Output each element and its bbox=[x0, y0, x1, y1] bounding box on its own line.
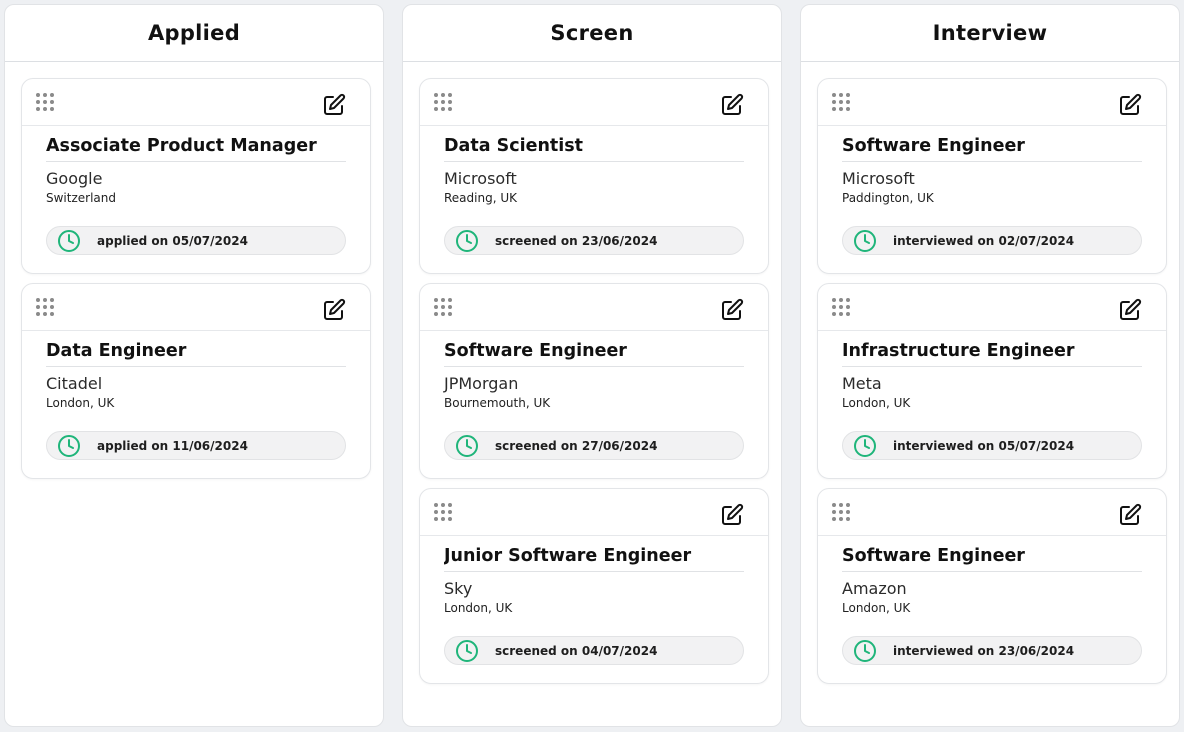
job-location: London, UK bbox=[842, 601, 911, 615]
job-card[interactable]: Associate Product Manager Google Switzer… bbox=[21, 78, 371, 274]
job-location: London, UK bbox=[842, 396, 911, 410]
status-text: interviewed on 02/07/2024 bbox=[893, 233, 1075, 248]
column-header: Interview bbox=[801, 5, 1179, 62]
job-title: Data Engineer bbox=[46, 331, 346, 367]
edit-icon[interactable] bbox=[720, 93, 744, 117]
drag-handle-icon[interactable] bbox=[831, 92, 851, 112]
column-title: Applied bbox=[147, 21, 241, 45]
job-title: Software Engineer bbox=[842, 126, 1142, 162]
clock-icon bbox=[456, 229, 478, 252]
clock-icon bbox=[58, 229, 80, 252]
company-name: Sky bbox=[444, 579, 473, 598]
clock-icon bbox=[456, 639, 478, 662]
clock-icon bbox=[456, 434, 478, 457]
status-text: interviewed on 23/06/2024 bbox=[893, 643, 1075, 658]
status-text: interviewed on 05/07/2024 bbox=[893, 438, 1075, 453]
column-title: Interview bbox=[932, 21, 1048, 45]
card-toolbar bbox=[818, 489, 1166, 536]
status-badge: interviewed on 02/07/2024 bbox=[842, 226, 1142, 255]
status-badge: interviewed on 05/07/2024 bbox=[842, 431, 1142, 460]
status-badge: screened on 04/07/2024 bbox=[444, 636, 744, 665]
job-card[interactable]: Junior Software Engineer Sky London, UK … bbox=[419, 488, 769, 684]
drag-handle-icon[interactable] bbox=[35, 297, 55, 317]
job-card[interactable]: Software Engineer Amazon London, UK inte… bbox=[817, 488, 1167, 684]
status-text: screened on 04/07/2024 bbox=[495, 643, 658, 658]
edit-icon[interactable] bbox=[1118, 298, 1142, 322]
column-screen: Screen Data Scientist Microsoft Reading,… bbox=[402, 4, 782, 727]
drag-handle-icon[interactable] bbox=[433, 502, 453, 522]
clock-icon bbox=[58, 434, 80, 457]
job-title: Data Scientist bbox=[444, 126, 744, 162]
edit-icon[interactable] bbox=[1118, 93, 1142, 117]
drag-handle-icon[interactable] bbox=[433, 297, 453, 317]
edit-icon[interactable] bbox=[720, 503, 744, 527]
column-header: Applied bbox=[5, 5, 383, 62]
status-badge: applied on 05/07/2024 bbox=[46, 226, 346, 255]
edit-icon[interactable] bbox=[720, 298, 744, 322]
column-header: Screen bbox=[403, 5, 781, 62]
job-title: Software Engineer bbox=[842, 536, 1142, 572]
company-name: JPMorgan bbox=[444, 374, 519, 393]
company-name: Microsoft bbox=[444, 169, 517, 188]
company-name: Meta bbox=[842, 374, 882, 393]
job-title: Software Engineer bbox=[444, 331, 744, 367]
clock-icon bbox=[854, 639, 876, 662]
edit-icon[interactable] bbox=[322, 93, 346, 117]
edit-icon[interactable] bbox=[322, 298, 346, 322]
card-list: Software Engineer Microsoft Paddington, … bbox=[801, 62, 1179, 684]
card-list: Associate Product Manager Google Switzer… bbox=[5, 62, 383, 479]
status-badge: interviewed on 23/06/2024 bbox=[842, 636, 1142, 665]
job-location: Reading, UK bbox=[444, 191, 517, 205]
card-toolbar bbox=[420, 489, 768, 536]
job-card[interactable]: Data Engineer Citadel London, UK applied… bbox=[21, 283, 371, 479]
card-toolbar bbox=[420, 79, 768, 126]
clock-icon bbox=[854, 434, 876, 457]
job-card[interactable]: Infrastructure Engineer Meta London, UK … bbox=[817, 283, 1167, 479]
status-text: screened on 27/06/2024 bbox=[495, 438, 658, 453]
status-badge: applied on 11/06/2024 bbox=[46, 431, 346, 460]
company-name: Amazon bbox=[842, 579, 907, 598]
company-name: Microsoft bbox=[842, 169, 915, 188]
edit-icon[interactable] bbox=[1118, 503, 1142, 527]
card-list: Data Scientist Microsoft Reading, UK scr… bbox=[403, 62, 781, 684]
card-toolbar bbox=[818, 79, 1166, 126]
kanban-board: Applied Associate Product Manager Google… bbox=[0, 0, 1184, 732]
status-text: screened on 23/06/2024 bbox=[495, 233, 658, 248]
status-badge: screened on 27/06/2024 bbox=[444, 431, 744, 460]
job-card[interactable]: Data Scientist Microsoft Reading, UK scr… bbox=[419, 78, 769, 274]
job-location: Bournemouth, UK bbox=[444, 396, 551, 410]
job-title: Infrastructure Engineer bbox=[842, 331, 1142, 367]
drag-handle-icon[interactable] bbox=[831, 297, 851, 317]
job-location: Paddington, UK bbox=[842, 191, 934, 205]
job-location: Switzerland bbox=[46, 191, 116, 205]
job-location: London, UK bbox=[46, 396, 115, 410]
job-card[interactable]: Software Engineer Microsoft Paddington, … bbox=[817, 78, 1167, 274]
clock-icon bbox=[854, 229, 876, 252]
job-title: Associate Product Manager bbox=[46, 126, 346, 162]
status-text: applied on 11/06/2024 bbox=[97, 438, 248, 453]
job-card[interactable]: Software Engineer JPMorgan Bournemouth, … bbox=[419, 283, 769, 479]
status-badge: screened on 23/06/2024 bbox=[444, 226, 744, 255]
drag-handle-icon[interactable] bbox=[433, 92, 453, 112]
column-applied: Applied Associate Product Manager Google… bbox=[4, 4, 384, 727]
card-toolbar bbox=[22, 284, 370, 331]
drag-handle-icon[interactable] bbox=[35, 92, 55, 112]
drag-handle-icon[interactable] bbox=[831, 502, 851, 522]
status-text: applied on 05/07/2024 bbox=[97, 233, 248, 248]
card-toolbar bbox=[818, 284, 1166, 331]
company-name: Google bbox=[46, 169, 103, 188]
column-title: Screen bbox=[550, 21, 634, 45]
job-location: London, UK bbox=[444, 601, 513, 615]
company-name: Citadel bbox=[46, 374, 103, 393]
card-toolbar bbox=[22, 79, 370, 126]
card-toolbar bbox=[420, 284, 768, 331]
job-title: Junior Software Engineer bbox=[444, 536, 744, 572]
column-interview: Interview Software Engineer Microsoft Pa… bbox=[800, 4, 1180, 727]
